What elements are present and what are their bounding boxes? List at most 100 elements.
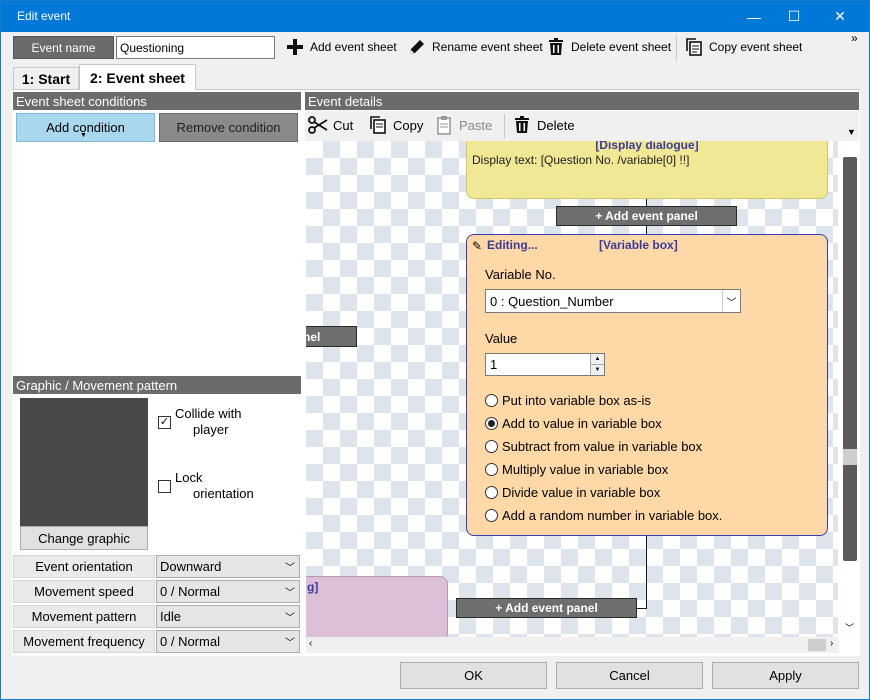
movement-pattern-label: Movement pattern: [13, 605, 155, 628]
graphic-preview: [20, 398, 148, 526]
paste-label: Paste: [459, 117, 493, 133]
chevron-down-icon[interactable]: ﹀: [722, 290, 740, 312]
clipboard-icon: [437, 116, 451, 135]
edit-event-window: Edit event — ☐ ✕ Event name Add event sh…: [0, 0, 870, 700]
copy-icon: [370, 116, 386, 134]
chevron-down-icon: ﹀: [285, 588, 295, 599]
maximize-icon[interactable]: ☐: [771, 1, 817, 32]
add-event-panel-button[interactable]: + Add event panel: [556, 206, 737, 226]
event-orientation-label: Event orientation: [13, 555, 155, 578]
chevron-down-icon: ﹀: [285, 613, 295, 624]
event-canvas[interactable]: [Display dialogue] Display text: [Questi…: [306, 141, 838, 637]
value-label: Value: [485, 331, 518, 346]
plus-icon: [287, 39, 303, 55]
event-details-header: Event details: [305, 92, 859, 110]
horizontal-scrollbar[interactable]: ‹ ›: [306, 637, 839, 653]
lock-checkbox-box[interactable]: [158, 480, 171, 493]
ok-button[interactable]: OK: [400, 662, 547, 689]
scissors-icon: [308, 116, 328, 134]
delete-event-sheet-label: Delete event sheet: [571, 40, 672, 54]
radio-subtract[interactable]: Subtract from value in variable box: [485, 439, 702, 454]
paste-button[interactable]: Paste: [434, 115, 492, 135]
pencil-icon: ✎: [472, 239, 483, 253]
cut-button[interactable]: Cut: [308, 115, 353, 135]
stepper-down-icon[interactable]: ▼: [590, 365, 604, 375]
movement-pattern-select[interactable]: Idle ﹀: [156, 605, 300, 628]
window-title: Edit event: [17, 9, 71, 23]
variable-box-panel[interactable]: ✎ Editing... [Variable box] Variable No.…: [466, 234, 828, 536]
copy-button[interactable]: Copy: [368, 115, 423, 135]
variable-no-select[interactable]: 0 : Question_Number ﹀: [485, 289, 741, 313]
scroll-right-icon[interactable]: ›: [830, 638, 833, 649]
dialogue-panel[interactable]: [Display dialogue] Display text: [Questi…: [466, 141, 828, 199]
movement-frequency-label: Movement frequency: [13, 630, 155, 653]
remove-condition-button[interactable]: Remove condition: [159, 113, 298, 142]
tab-event-sheet[interactable]: 2: Event sheet: [79, 64, 196, 90]
variable-no-label: Variable No.: [485, 267, 556, 282]
radio-multiply[interactable]: Multiply value in variable box: [485, 462, 668, 477]
value-stepper[interactable]: 1 ▲ ▼: [485, 353, 605, 376]
rename-event-sheet-button[interactable]: Rename event sheet: [407, 37, 543, 57]
tab-start-label: 1: Start: [21, 70, 71, 87]
add-event-sheet-label: Add event sheet: [310, 40, 397, 54]
details-collapse-icon[interactable]: ▼: [847, 127, 856, 137]
offscreen-panel-title: g]: [307, 580, 319, 594]
movement-frequency-select[interactable]: 0 / Normal ﹀: [156, 630, 300, 653]
apply-button[interactable]: Apply: [712, 662, 859, 689]
horizontal-scroll-thumb[interactable]: [808, 639, 826, 651]
cut-label: Cut: [333, 117, 354, 133]
dialogue-panel-title: [Display dialogue]: [595, 141, 699, 152]
graphic-header: Graphic / Movement pattern: [13, 376, 301, 394]
add-condition-button[interactable]: Add condition ▼: [16, 113, 155, 142]
details-toolbar-divider: [504, 114, 505, 138]
trash-icon: [515, 116, 529, 133]
toolbar-divider: [676, 35, 677, 61]
scroll-down-icon[interactable]: ﹀: [845, 621, 854, 634]
stepper-up-icon[interactable]: ▲: [590, 354, 604, 365]
radio-add-to-value[interactable]: Add to value in variable box: [485, 416, 662, 431]
event-name-label: Event name: [13, 36, 114, 59]
rename-event-sheet-label: Rename event sheet: [432, 40, 543, 54]
delete-event-sheet-button[interactable]: Delete event sheet: [546, 37, 671, 57]
chevron-down-icon: ﹀: [285, 563, 295, 574]
tab-event-sheet-label: 2: Event sheet: [90, 69, 185, 86]
movement-speed-select[interactable]: 0 / Normal ﹀: [156, 580, 300, 603]
collide-label: Collide with player: [175, 406, 242, 437]
event-orientation-select[interactable]: Downward ﹀: [156, 555, 300, 578]
change-graphic-button[interactable]: Change graphic: [20, 526, 148, 550]
pencil-icon: [410, 40, 424, 54]
offscreen-panel[interactable]: g]: [306, 576, 448, 637]
conditions-list[interactable]: [13, 144, 301, 374]
cancel-button[interactable]: Cancel: [556, 662, 703, 689]
dialogue-panel-text: Display text: [Question No. /variable[0]…: [472, 153, 690, 167]
copy-event-sheet-button[interactable]: Copy event sheet: [684, 37, 802, 57]
toolbar-overflow-icon[interactable]: »: [851, 31, 858, 45]
editing-indicator: Editing...: [487, 238, 538, 252]
variable-panel-title: [Variable box]: [599, 238, 678, 252]
copy-event-sheet-label: Copy event sheet: [709, 40, 803, 54]
radio-random[interactable]: Add a random number in variable box.: [485, 508, 722, 523]
tab-start[interactable]: 1: Start: [13, 67, 79, 89]
lock-label: Lock orientation: [175, 470, 254, 501]
add-event-sheet-button[interactable]: Add event sheet: [285, 37, 397, 57]
radio-put-as-is[interactable]: Put into variable box as-is: [485, 393, 651, 408]
scroll-left-icon[interactable]: ‹: [309, 638, 312, 649]
event-name-input[interactable]: [116, 36, 275, 59]
close-icon[interactable]: ✕: [817, 1, 863, 32]
copy-icon: [686, 38, 702, 56]
flow-connector-line: [637, 608, 647, 609]
collide-checkbox-box[interactable]: ✓: [158, 416, 171, 429]
radio-divide[interactable]: Divide value in variable box: [485, 485, 660, 500]
vertical-scroll-thumb[interactable]: [843, 449, 857, 465]
change-graphic-label: Change graphic: [38, 530, 130, 546]
remove-condition-label: Remove condition: [176, 120, 281, 135]
conditions-header: Event sheet conditions: [13, 92, 301, 110]
vertical-scrollbar[interactable]: ﹀: [839, 141, 859, 637]
movement-speed-label: Movement speed: [13, 580, 155, 603]
offscreen-panel-button[interactable]: nel: [306, 326, 357, 347]
delete-button[interactable]: Delete: [512, 115, 575, 135]
delete-label: Delete: [537, 117, 575, 133]
caret-down-icon: ▼: [80, 132, 87, 139]
add-event-panel-button[interactable]: + Add event panel: [456, 598, 637, 618]
copy-label: Copy: [393, 117, 424, 133]
